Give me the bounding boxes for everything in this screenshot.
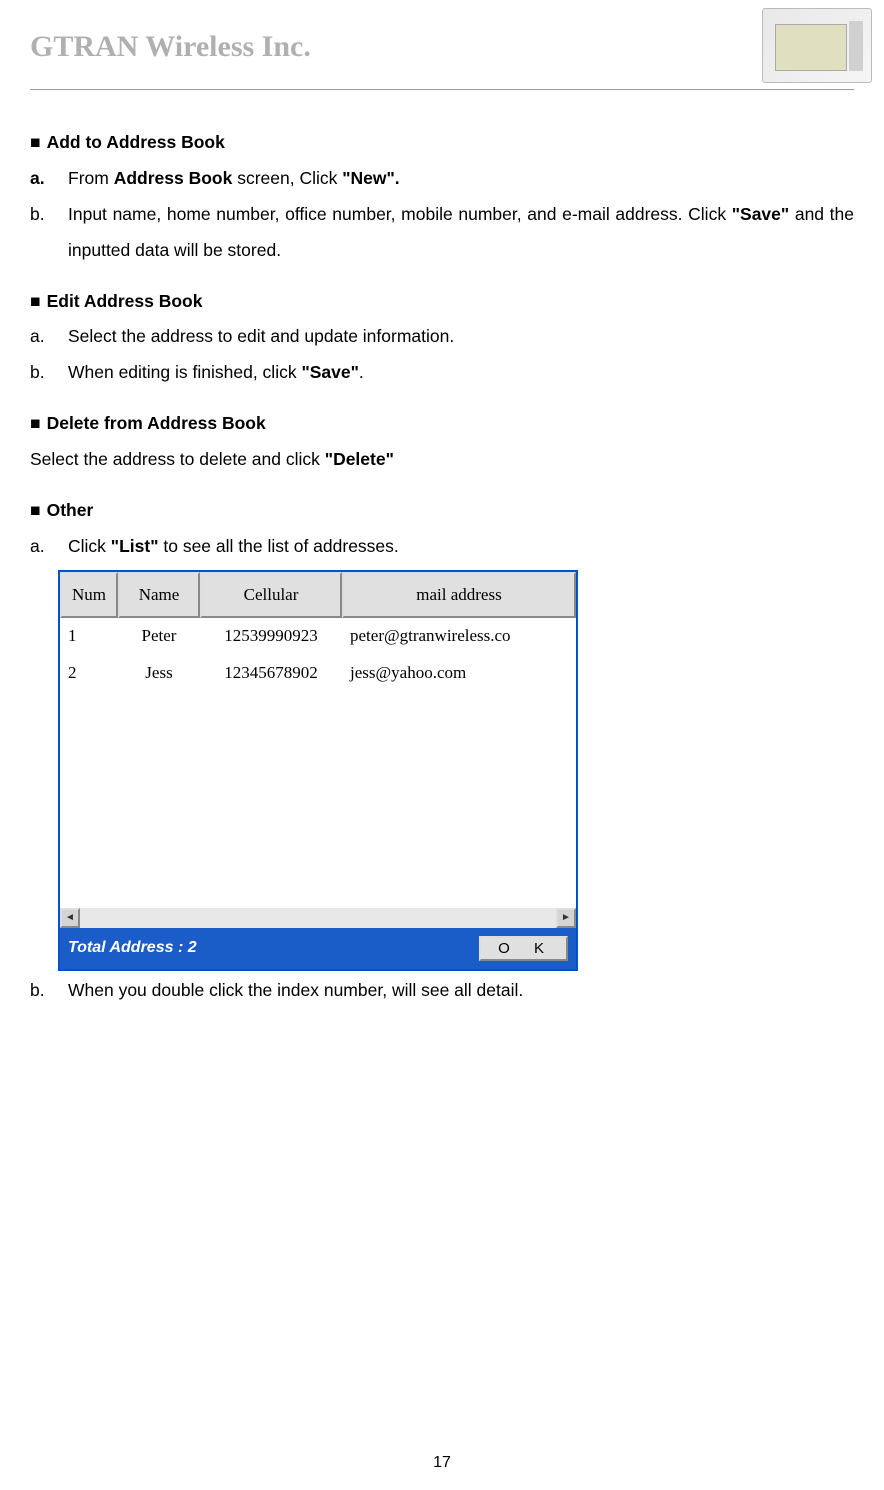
cell-num: 1 [60,618,118,655]
list-item: b. When you double click the index numbe… [30,973,854,1009]
list-text: When editing is finished, click "Save". [68,355,854,391]
company-name: GTRAN Wireless Inc. [30,30,854,64]
list-text: Click "List" to see all the list of addr… [68,529,854,565]
column-header-name[interactable]: Name [118,572,200,619]
total-address-label: Total Address : 2 [68,932,197,965]
delete-text: Select the address to delete and click "… [30,442,854,478]
cell-cellular: 12345678902 [200,655,342,692]
scroll-track[interactable] [80,908,556,928]
horizontal-scrollbar[interactable]: ◄ ► [60,908,576,928]
column-header-cellular[interactable]: Cellular [200,572,342,619]
ok-button[interactable]: O K [479,936,568,961]
address-list-window: Num Name Cellular mail address 1 Peter 1… [58,570,578,972]
column-header-num[interactable]: Num [60,572,118,619]
status-bar: Total Address : 2 O K [60,928,576,969]
list-item: b. When editing is finished, click "Save… [30,355,854,391]
list-text: Input name, home number, office number, … [68,197,854,269]
bullet-icon: ■ [30,413,41,433]
document-header: GTRAN Wireless Inc. [0,0,884,90]
header-divider [30,89,854,90]
list-marker: a. [30,319,68,355]
page-number: 17 [0,1454,884,1472]
list-marker: a. [30,161,68,197]
list-text: When you double click the index number, … [68,973,854,1009]
table-row[interactable]: 2 Jess 12345678902 jess@yahoo.com [60,655,576,692]
cell-name: Peter [118,618,200,655]
list-marker: b. [30,973,68,1009]
list-text: From Address Book screen, Click "New". [68,161,854,197]
product-card-image [762,8,872,83]
scroll-right-icon[interactable]: ► [556,908,576,928]
column-header-mail[interactable]: mail address [342,572,576,619]
table-header: Num Name Cellular mail address [60,572,576,619]
table-body: 1 Peter 12539990923 peter@gtranwireless.… [60,618,576,908]
list-item: a. Select the address to edit and update… [30,319,854,355]
section-heading-add: ■Add to Address Book [30,125,854,161]
section-heading-delete: ■Delete from Address Book [30,406,854,442]
cell-mail: jess@yahoo.com [342,655,576,692]
bullet-icon: ■ [30,132,41,152]
document-content: ■Add to Address Book a. From Address Boo… [0,90,884,1009]
scroll-left-icon[interactable]: ◄ [60,908,80,928]
list-marker: b. [30,355,68,391]
list-item: a. Click "List" to see all the list of a… [30,529,854,565]
section-heading-edit: ■Edit Address Book [30,284,854,320]
list-item: a. From Address Book screen, Click "New"… [30,161,854,197]
list-marker: b. [30,197,68,269]
list-marker: a. [30,529,68,565]
bullet-icon: ■ [30,291,41,311]
list-text: Select the address to edit and update in… [68,319,854,355]
cell-mail: peter@gtranwireless.co [342,618,576,655]
cell-cellular: 12539990923 [200,618,342,655]
table-row[interactable]: 1 Peter 12539990923 peter@gtranwireless.… [60,618,576,655]
cell-num: 2 [60,655,118,692]
bullet-icon: ■ [30,500,41,520]
section-heading-other: ■Other [30,493,854,529]
list-item: b. Input name, home number, office numbe… [30,197,854,269]
cell-name: Jess [118,655,200,692]
